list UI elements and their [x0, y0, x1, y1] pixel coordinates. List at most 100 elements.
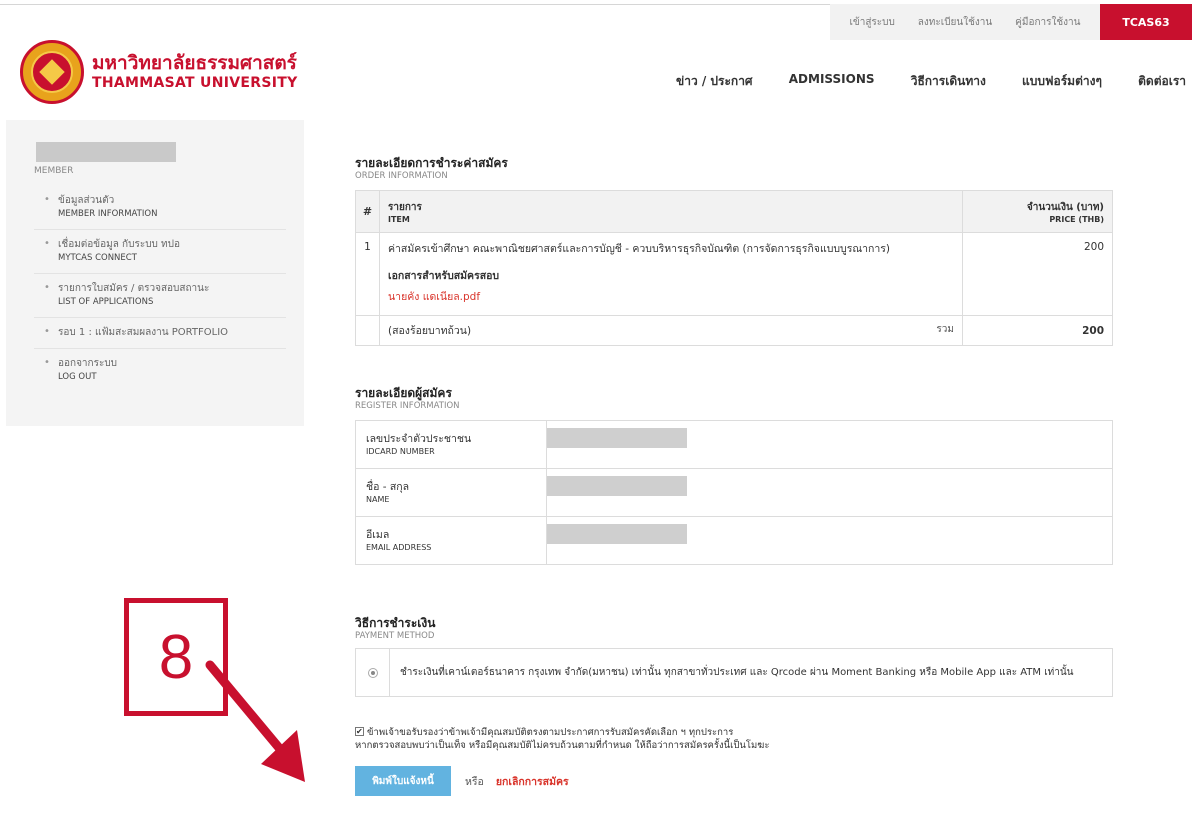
- print-invoice-button[interactable]: พิมพ์ใบแจ้งหนี้: [355, 766, 451, 796]
- order-subtitle: ORDER INFORMATION: [355, 171, 448, 181]
- member-sidebar: MEMBER • ข้อมูลส่วนตัว MEMBER INFORMATION…: [6, 120, 304, 426]
- document-file-link[interactable]: นายคัง แดเนียล.pdf: [388, 288, 954, 305]
- tcas-button[interactable]: TCAS63: [1100, 4, 1192, 40]
- row-number: 1: [355, 232, 380, 316]
- name-value: [546, 468, 1113, 517]
- row-item: ค่าสมัครเข้าศึกษา คณะพาณิชยศาสตร์และการบ…: [379, 232, 963, 316]
- sidebar-item-logout[interactable]: • ออกจากระบบ LOG OUT: [34, 349, 286, 392]
- row-price: 200: [962, 232, 1113, 316]
- sidebar-item-label: รอบ 1 : แฟ้มสะสมผลงาน PORTFOLIO: [58, 327, 229, 338]
- register-subtitle: REGISTER INFORMATION: [355, 401, 460, 411]
- sidebar-item-sublabel: MEMBER INFORMATION: [58, 209, 158, 219]
- idcard-label: เลขประจำตัวประชาชน IDCARD NUMBER: [355, 420, 547, 469]
- row-label-en: IDCARD NUMBER: [366, 446, 435, 456]
- name-label: ชื่อ - สกุล NAME: [355, 468, 547, 517]
- payment-option-row[interactable]: ชำระเงินที่เคาน์เตอร์ธนาคาร กรุงเทพ จำกั…: [355, 648, 1113, 697]
- step-number: 8: [158, 622, 194, 692]
- total-value: 200: [962, 315, 1113, 346]
- payment-option-text: ชำระเงินที่เคาน์เตอร์ธนาคาร กรุงเทพ จำกั…: [389, 648, 1113, 697]
- table-row: อีเมล EMAIL ADDRESS: [355, 516, 1113, 565]
- consent-line-1: ข้าพเจ้าขอรับรองว่าข้าพเจ้ามีคุณสมบัติตร…: [367, 727, 734, 738]
- form-actions: พิมพ์ใบแจ้งหนี้ หรือ ยกเลิกการสมัคร: [355, 766, 569, 796]
- nav-news[interactable]: ข่าว / ประกาศ: [676, 72, 753, 92]
- item-description: ค่าสมัครเข้าศึกษา คณะพาณิชยศาสตร์และการบ…: [388, 243, 890, 255]
- sidebar-item-portfolio[interactable]: • รอบ 1 : แฟ้มสะสมผลงาน PORTFOLIO: [34, 318, 286, 349]
- manual-link[interactable]: คู่มือการใช้งาน: [1015, 15, 1080, 30]
- bullet-icon: •: [44, 194, 50, 205]
- bullet-icon: •: [44, 357, 50, 368]
- payment-subtitle: PAYMENT METHOD: [355, 631, 435, 641]
- total-words-cell: (สองร้อยบาทถ้วน) รวม: [379, 315, 963, 346]
- sidebar-item-label: รายการใบสมัคร / ตรวจสอบสถานะ: [58, 283, 210, 294]
- email-label: อีเมล EMAIL ADDRESS: [355, 516, 547, 565]
- total-empty-cell: [355, 315, 380, 346]
- payment-title: วิธีการชำระเงิน: [355, 616, 436, 630]
- row-label-th: อีเมล: [366, 528, 390, 541]
- cancel-application-link[interactable]: ยกเลิกการสมัคร: [496, 773, 569, 790]
- sidebar-item-mytcas-connect[interactable]: • เชื่อมต่อข้อมูล กับระบบ ทปอ MYTCAS CONN…: [34, 230, 286, 274]
- main-navigation: ข่าว / ประกาศ ADMISSIONS วิธีการเดินทาง …: [676, 72, 1186, 92]
- login-link[interactable]: เข้าสู่ระบบ: [849, 15, 894, 30]
- row-label-en: EMAIL ADDRESS: [366, 542, 432, 552]
- redacted-value: [547, 475, 687, 496]
- col-price-en: PRICE (THB): [1049, 214, 1104, 224]
- payment-table: ชำระเงินที่เคาน์เตอร์ธนาคาร กรุงเทพ จำกั…: [355, 648, 1113, 697]
- nav-contact[interactable]: ติดต่อเรา: [1138, 72, 1186, 92]
- order-section-heading: รายละเอียดการชำระค่าสมัคร ORDER INFORMAT…: [355, 156, 1115, 182]
- order-table-header: # รายการ ITEM จำนวนเงิน (บาท) PRICE (THB…: [355, 190, 1113, 233]
- register-section-heading: รายละเอียดผู้สมัคร REGISTER INFORMATION: [355, 386, 1115, 412]
- sidebar-item-applications[interactable]: • รายการใบสมัคร / ตรวจสอบสถานะ LIST OF AP…: [34, 274, 286, 318]
- sidebar-item-label: ข้อมูลส่วนตัว: [58, 195, 115, 206]
- sidebar-item-label: เชื่อมต่อข้อมูล กับระบบ ทปอ: [58, 239, 181, 250]
- redacted-value: [547, 523, 687, 544]
- logo-english-name: THAMMASAT UNIVERSITY: [92, 75, 298, 91]
- nav-directions[interactable]: วิธีการเดินทาง: [911, 72, 986, 92]
- or-text: หรือ: [465, 775, 484, 788]
- col-item: รายการ ITEM: [379, 190, 963, 233]
- university-seal-icon: [20, 40, 84, 104]
- payment-radio[interactable]: [367, 668, 378, 678]
- redacted-value: [547, 427, 687, 448]
- table-row: เลขประจำตัวประชาชน IDCARD NUMBER: [355, 420, 1113, 469]
- document-title: เอกสารสำหรับสมัครสอบ: [388, 270, 500, 282]
- sidebar-item-label: ออกจากระบบ: [58, 358, 118, 369]
- nav-forms[interactable]: แบบฟอร์มต่างๆ: [1022, 72, 1102, 92]
- idcard-value: [546, 420, 1113, 469]
- row-label-en: NAME: [366, 494, 390, 504]
- col-item-th: รายการ: [388, 201, 422, 213]
- nav-admissions[interactable]: ADMISSIONS: [789, 72, 875, 92]
- register-link[interactable]: ลงทะเบียนใช้งาน: [918, 15, 992, 30]
- email-value: [546, 516, 1113, 565]
- bullet-icon: •: [44, 238, 50, 249]
- register-title: รายละเอียดผู้สมัคร: [355, 386, 452, 400]
- university-logo[interactable]: มหาวิทยาลัยธรรมศาสตร์ THAMMASAT UNIVERSI…: [20, 40, 320, 104]
- register-table: เลขประจำตัวประชาชน IDCARD NUMBER ชื่อ - …: [355, 420, 1113, 565]
- col-price: จำนวนเงิน (บาท) PRICE (THB): [962, 190, 1113, 233]
- consent-block: ข้าพเจ้าขอรับรองว่าข้าพเจ้ามีคุณสมบัติตร…: [355, 725, 1115, 752]
- sidebar-item-sublabel: MYTCAS CONNECT: [58, 253, 137, 263]
- sidebar-item-member-info[interactable]: • ข้อมูลส่วนตัว MEMBER INFORMATION: [34, 186, 286, 230]
- consent-checkbox[interactable]: [355, 725, 364, 738]
- order-table: # รายการ ITEM จำนวนเงิน (บาท) PRICE (THB…: [355, 190, 1113, 346]
- sidebar-item-sublabel: LIST OF APPLICATIONS: [58, 297, 154, 307]
- col-price-th: จำนวนเงิน (บาท): [1026, 201, 1104, 213]
- consent-line-2: หากตรวจสอบพบว่าเป็นเท็จ หรือมีคุณสมบัติไ…: [355, 740, 770, 751]
- table-row: ชื่อ - สกุล NAME: [355, 468, 1113, 517]
- total-label: รวม: [936, 324, 954, 335]
- table-row: 1 ค่าสมัครเข้าศึกษา คณะพาณิชยศาสตร์และกา…: [355, 232, 1113, 316]
- col-item-en: ITEM: [388, 214, 410, 224]
- member-name-redacted: [36, 142, 176, 162]
- row-label-th: เลขประจำตัวประชาชน: [366, 432, 472, 445]
- bullet-icon: •: [44, 282, 50, 293]
- payment-radio-cell: [355, 648, 390, 697]
- total-row: (สองร้อยบาทถ้วน) รวม 200: [355, 315, 1113, 346]
- logo-thai-name: มหาวิทยาลัยธรรมศาสตร์: [92, 52, 297, 74]
- bullet-icon: •: [44, 326, 50, 337]
- sidebar-item-sublabel: LOG OUT: [58, 372, 97, 382]
- row-label-th: ชื่อ - สกุล: [366, 480, 410, 493]
- total-words: (สองร้อยบาทถ้วน): [388, 325, 472, 337]
- utility-links: เข้าสู่ระบบ ลงทะเบียนใช้งาน คู่มือการใช้…: [830, 4, 1100, 40]
- payment-section-heading: วิธีการชำระเงิน PAYMENT METHOD: [355, 616, 1115, 642]
- order-title: รายละเอียดการชำระค่าสมัคร: [355, 156, 508, 170]
- top-utility-bar: เข้าสู่ระบบ ลงทะเบียนใช้งาน คู่มือการใช้…: [0, 0, 1192, 40]
